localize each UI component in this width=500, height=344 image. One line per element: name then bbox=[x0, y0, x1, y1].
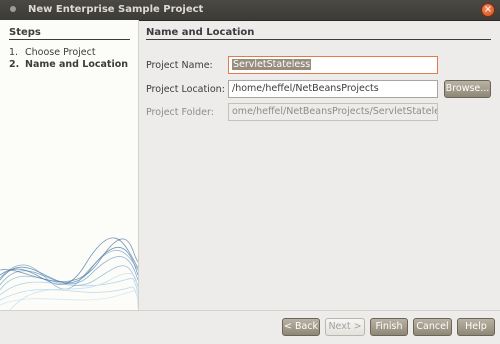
window-menu-icon[interactable] bbox=[10, 6, 16, 12]
steps-divider bbox=[9, 39, 130, 40]
finish-button[interactable]: Finish bbox=[370, 318, 408, 336]
decorative-waves-image bbox=[0, 237, 138, 310]
footer-divider bbox=[0, 310, 500, 311]
step-number: 2. bbox=[9, 59, 20, 70]
project-location-input[interactable]: /home/heffel/NetBeansProjects bbox=[228, 80, 438, 98]
panel-divider bbox=[146, 39, 491, 40]
step-number: 1. bbox=[9, 47, 19, 58]
steps-panel: Steps 1. Choose Project 2. Name and Locati… bbox=[0, 20, 139, 310]
title-bar[interactable]: New Enterprise Sample Project × bbox=[0, 0, 500, 21]
close-icon[interactable]: × bbox=[481, 3, 495, 17]
window-title: New Enterprise Sample Project bbox=[28, 4, 204, 15]
panel-title: Name and Location bbox=[146, 27, 255, 38]
project-folder-label: Project Folder: bbox=[146, 107, 214, 118]
next-button: Next > bbox=[325, 318, 365, 336]
step-choose-project: 1. Choose Project bbox=[9, 47, 96, 58]
browse-button[interactable]: Browse... bbox=[444, 80, 491, 98]
project-name-input[interactable]: ServletStateless bbox=[228, 56, 438, 74]
project-name-label: Project Name: bbox=[146, 60, 213, 71]
step-label: Name and Location bbox=[25, 59, 129, 70]
step-name-and-location: 2. Name and Location bbox=[9, 59, 128, 70]
project-location-label: Project Location: bbox=[146, 84, 225, 95]
dialog-window: New Enterprise Sample Project × Steps 1.… bbox=[0, 0, 500, 344]
project-name-value: ServletStateless bbox=[232, 59, 312, 70]
steps-heading: Steps bbox=[9, 27, 41, 38]
cancel-button[interactable]: Cancel bbox=[413, 318, 452, 336]
back-button[interactable]: < Back bbox=[282, 318, 320, 336]
project-folder-input: ome/heffel/NetBeansProjects/ServletState… bbox=[228, 103, 438, 121]
help-button[interactable]: Help bbox=[457, 318, 495, 336]
step-label: Choose Project bbox=[25, 47, 96, 58]
